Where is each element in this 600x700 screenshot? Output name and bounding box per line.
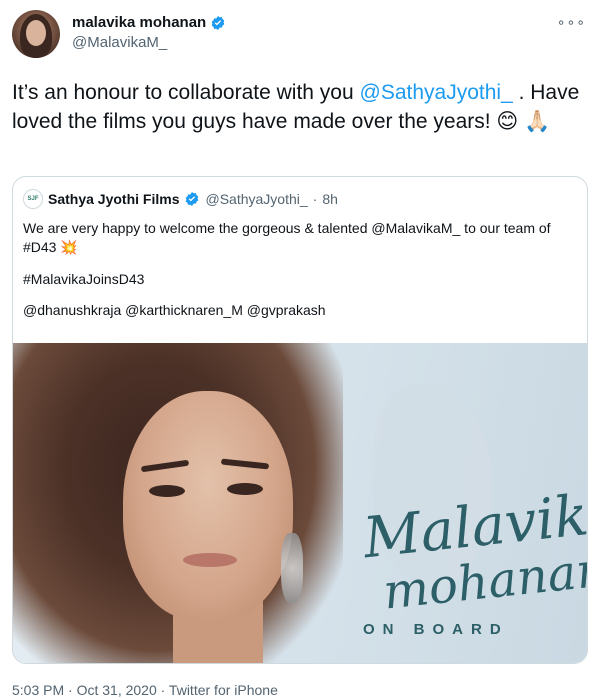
author-name-row: malavika mohanan — [72, 14, 226, 31]
quoted-tweet-avatar[interactable]: SJF — [23, 189, 43, 209]
on-board-tagline: ON BOARD — [363, 621, 509, 638]
photo-face — [123, 391, 293, 621]
quoted-tweet-display-name[interactable]: Sathya Jyothi Films — [48, 191, 179, 207]
more-icon[interactable]: ∘∘∘ — [557, 14, 586, 31]
verified-badge-icon — [211, 15, 225, 30]
tweet-meta[interactable]: 5:03 PM · Oct 31, 2020 · Twitter for iPh… — [12, 682, 278, 698]
quoted-tweet[interactable]: SJF Sathya Jyothi Films @SathyaJyothi_ ·… — [12, 176, 588, 664]
hashtag-line[interactable]: #MalavikaJoinsD43 — [23, 270, 575, 289]
mentions-line[interactable]: @dhanushkraja @karthicknaren_M @gvprakas… — [23, 301, 575, 320]
collision-emoji-icon: 💥 — [60, 240, 78, 256]
quoted-tweet-body: We are very happy to welcome the gorgeou… — [23, 219, 575, 332]
left-eye — [149, 485, 185, 497]
quoted-tweet-header: SJF Sathya Jyothi Films @SathyaJyothi_ ·… — [23, 189, 338, 209]
quoted-mention[interactable]: @MalavikaM_ — [371, 220, 460, 236]
tweet-text: It’s an honour to collaborate with you @… — [12, 78, 588, 136]
right-eye — [227, 483, 263, 495]
quoted-text-before: We are very happy to welcome the gorgeou… — [23, 220, 372, 236]
separator-dot: · — [312, 191, 318, 207]
author-display-name[interactable]: malavika mohanan — [72, 14, 206, 31]
avatar[interactable] — [12, 10, 60, 58]
avatar-face — [26, 20, 46, 46]
earring — [281, 533, 303, 603]
quoted-tweet-image[interactable]: Malavika mohanan ON BOARD — [13, 343, 587, 663]
photo-lips — [183, 553, 237, 567]
quoted-tweet-line-1: We are very happy to welcome the gorgeou… — [23, 219, 575, 258]
author-handle[interactable]: @MalavikaM_ — [72, 34, 167, 51]
quoted-tweet-handle[interactable]: @SathyaJyothi_ — [205, 191, 307, 207]
verified-badge-icon — [186, 192, 199, 206]
quoted-tweet-time[interactable]: 8h — [322, 191, 338, 207]
tweet-mention-link[interactable]: @SathyaJyothi_ — [360, 81, 513, 104]
smiling-face-emoji-icon: 😊 — [496, 109, 519, 133]
folded-hands-emoji-icon: 🙏🏻 — [524, 109, 551, 133]
tweet-text-before: It’s an honour to collaborate with you — [12, 81, 360, 104]
